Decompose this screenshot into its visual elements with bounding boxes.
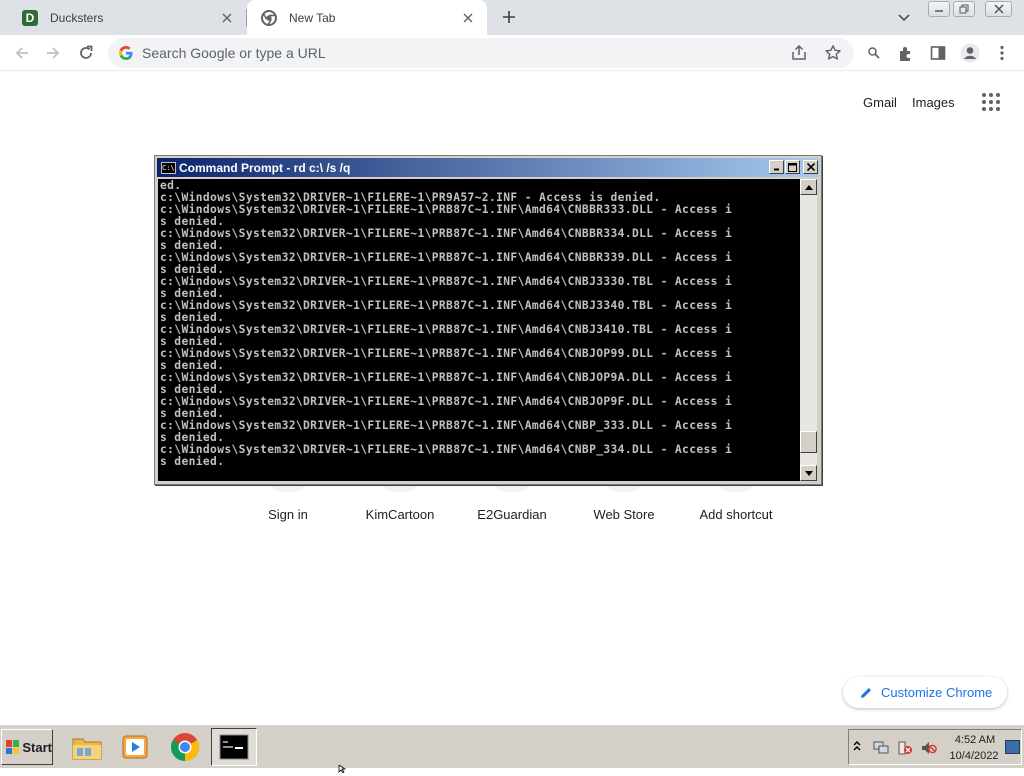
console-line: c:\Windows\System32\DRIVER~1\FILERE~1\PR… xyxy=(160,299,733,312)
console-line: c:\Windows\System32\DRIVER~1\FILERE~1\PR… xyxy=(160,443,733,456)
shortcut-label: Web Store xyxy=(593,507,655,522)
chrome-icon xyxy=(261,9,277,26)
console-line: c:\Windows\System32\DRIVER~1\FILERE~1\PR… xyxy=(160,395,733,408)
images-link[interactable]: Images xyxy=(912,95,955,110)
console-line: c:\Windows\System32\DRIVER~1\FILERE~1\PR… xyxy=(160,371,733,384)
volume-muted-icon[interactable] xyxy=(921,741,937,755)
close-icon[interactable] xyxy=(218,9,236,27)
new-tab-button[interactable] xyxy=(498,6,520,28)
window-minimize-button[interactable] xyxy=(928,1,950,17)
shortcut-label: KimCartoon xyxy=(365,507,435,522)
command-prompt-window[interactable]: C:\ Command Prompt - rd c:\ /s /q ed. c:\… xyxy=(154,155,822,485)
lens-icon[interactable] xyxy=(861,40,887,66)
console-line: c:\Windows\System32\DRIVER~1\FILERE~1\PR… xyxy=(160,275,733,288)
command-prompt-title: Command Prompt - rd c:\ /s /q xyxy=(179,160,351,175)
shortcut-label: Sign in xyxy=(268,507,308,522)
omnibox[interactable]: Search Google or type a URL xyxy=(108,38,854,68)
google-apps-icon[interactable] xyxy=(979,91,1001,113)
tab-strip: D Ducksters New Tab xyxy=(0,0,1024,35)
back-icon[interactable] xyxy=(9,40,35,66)
shortcut-sign-in[interactable]: Sign in xyxy=(232,480,344,540)
tab-search-chevron-icon[interactable] xyxy=(894,8,914,28)
shortcut-kimcartoon[interactable]: KimCartoon xyxy=(344,480,456,540)
customize-chrome-button[interactable]: Customize Chrome xyxy=(843,677,1007,708)
forward-icon[interactable] xyxy=(40,40,66,66)
security-alert-icon[interactable] xyxy=(897,741,913,755)
media-player-icon[interactable] xyxy=(112,728,158,766)
cmd-minimize-button[interactable] xyxy=(769,160,784,174)
system-tray: 4:52 AM 10/4/2022 xyxy=(848,729,1022,765)
console-line: c:\Windows\System32\DRIVER~1\FILERE~1\PR… xyxy=(160,227,733,240)
clock-date[interactable]: 10/4/2022 xyxy=(945,750,1003,762)
ducksters-d-icon: D xyxy=(22,9,38,26)
command-prompt-icon: C:\ xyxy=(161,161,176,174)
shortcut-e2guardian[interactable]: E2Guardian xyxy=(456,480,568,540)
start-label: Start xyxy=(22,739,52,755)
browser-toolbar: Search Google or type a URL xyxy=(0,35,1024,71)
taskbar: Start 4:52 AM 10/4/2022 xyxy=(0,724,1024,768)
console-line: c:\Windows\System32\DRIVER~1\FILERE~1\PR… xyxy=(160,203,733,216)
close-icon[interactable] xyxy=(459,9,477,27)
omnibox-placeholder: Search Google or type a URL xyxy=(142,45,326,61)
shortcut-label: E2Guardian xyxy=(477,507,547,522)
tab-new-tab[interactable]: New Tab xyxy=(247,0,487,35)
menu-icon[interactable] xyxy=(989,40,1015,66)
console-line: c:\Windows\System32\DRIVER~1\FILERE~1\PR… xyxy=(160,347,733,360)
star-icon[interactable] xyxy=(824,44,842,65)
extensions-icon[interactable] xyxy=(893,40,919,66)
cmd-maximize-button[interactable] xyxy=(785,160,800,174)
window-restore-button[interactable] xyxy=(953,1,975,17)
command-prompt-titlebar[interactable]: C:\ Command Prompt - rd c:\ /s /q xyxy=(157,158,819,177)
clock-time[interactable]: 4:52 AM xyxy=(949,734,1001,746)
console-line: c:\Windows\System32\DRIVER~1\FILERE~1\PR… xyxy=(160,419,733,432)
windows-flag-icon xyxy=(6,740,20,754)
customize-chrome-label: Customize Chrome xyxy=(881,685,993,700)
share-icon[interactable] xyxy=(790,44,808,65)
console-line: s denied. xyxy=(160,455,225,468)
scroll-down-arrow-icon[interactable] xyxy=(800,465,817,481)
side-panel-icon[interactable] xyxy=(925,40,951,66)
reload-icon[interactable] xyxy=(73,40,99,66)
console-line: c:\Windows\System32\DRIVER~1\FILERE~1\PR… xyxy=(160,323,733,336)
file-explorer-icon[interactable] xyxy=(64,728,110,766)
console-output[interactable]: ed. c:\Windows\System32\DRIVER~1\FILERE~1… xyxy=(158,179,800,481)
show-desktop-button[interactable] xyxy=(1005,740,1020,754)
mouse-cursor-icon xyxy=(338,761,347,776)
tab-title: Ducksters xyxy=(50,10,104,25)
window-close-button[interactable] xyxy=(985,1,1012,17)
start-button[interactable]: Start xyxy=(1,729,53,765)
console-scrollbar[interactable] xyxy=(800,179,817,481)
gmail-link[interactable]: Gmail xyxy=(863,95,897,110)
profile-icon[interactable] xyxy=(957,40,983,66)
command-prompt-icon[interactable] xyxy=(211,728,257,766)
network-icon[interactable] xyxy=(873,741,889,755)
shortcut-web-store[interactable]: Web Store xyxy=(568,480,680,540)
chrome-icon[interactable] xyxy=(162,728,208,766)
tab-title: New Tab xyxy=(289,10,336,25)
show-hidden-icons-icon[interactable] xyxy=(853,740,861,755)
scrollbar-thumb[interactable] xyxy=(800,430,817,453)
shortcut-label: Add shortcut xyxy=(699,507,773,522)
google-g-icon xyxy=(118,45,134,64)
pencil-icon xyxy=(861,687,871,698)
shortcut-add[interactable]: Add shortcut xyxy=(680,480,792,540)
cmd-close-button[interactable] xyxy=(803,160,818,174)
scroll-up-arrow-icon[interactable] xyxy=(800,179,817,195)
tab-ducksters[interactable]: D Ducksters xyxy=(8,0,246,35)
console-line: c:\Windows\System32\DRIVER~1\FILERE~1\PR… xyxy=(160,251,733,264)
